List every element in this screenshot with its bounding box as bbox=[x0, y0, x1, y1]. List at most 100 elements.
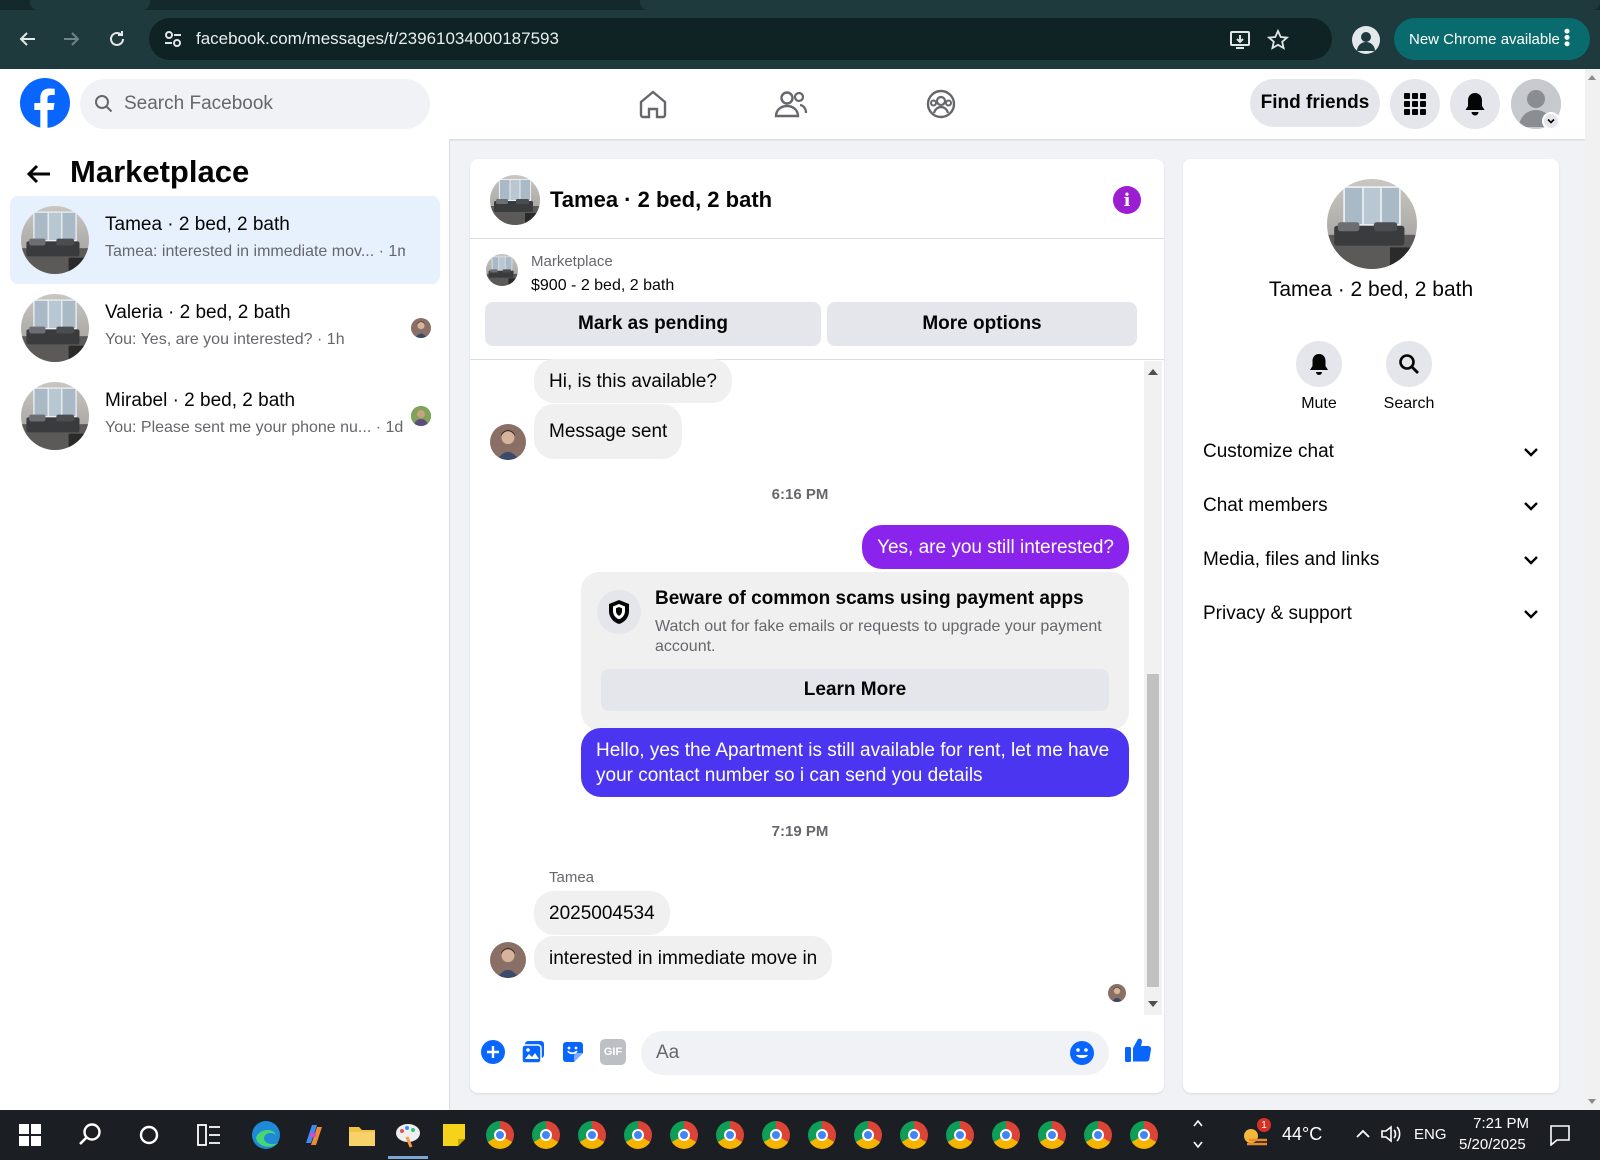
chrome-icon[interactable] bbox=[1036, 1119, 1068, 1151]
language-indicator[interactable]: ENG bbox=[1414, 1126, 1447, 1143]
more-options-button[interactable]: More options bbox=[827, 302, 1137, 346]
bell-icon[interactable] bbox=[1296, 341, 1342, 387]
cortana-icon[interactable] bbox=[133, 1119, 165, 1151]
chrome-icon[interactable] bbox=[990, 1119, 1022, 1151]
message-input-wrap[interactable] bbox=[641, 1031, 1109, 1075]
friends-icon[interactable] bbox=[768, 81, 814, 127]
home-icon[interactable] bbox=[630, 81, 676, 127]
forward-arrow-icon[interactable] bbox=[56, 24, 86, 54]
chevron-down-icon[interactable] bbox=[1542, 112, 1560, 130]
search-icon[interactable] bbox=[1386, 341, 1432, 387]
browser-tab[interactable] bbox=[30, 0, 150, 10]
paint-icon[interactable] bbox=[392, 1119, 424, 1151]
listing-thumbnail[interactable] bbox=[486, 254, 518, 286]
notification-center-icon[interactable] bbox=[1549, 1124, 1571, 1146]
reload-icon[interactable] bbox=[102, 24, 132, 54]
emoji-icon[interactable] bbox=[1069, 1040, 1095, 1066]
chrome-icon[interactable] bbox=[944, 1119, 976, 1151]
info-icon[interactable]: i bbox=[1113, 186, 1141, 214]
sticker-icon[interactable] bbox=[560, 1039, 586, 1065]
chat-avatar[interactable] bbox=[490, 175, 540, 225]
mute-button[interactable]: Mute bbox=[1279, 341, 1359, 413]
back-arrow-icon[interactable] bbox=[24, 159, 54, 189]
conversation-item[interactable]: Mirabel · 2 bed, 2 bath You: Please sent… bbox=[10, 372, 440, 460]
listing-price-title[interactable]: $900 - 2 bed, 2 bath bbox=[531, 277, 674, 295]
plus-icon[interactable] bbox=[480, 1039, 506, 1065]
profile-icon[interactable] bbox=[1352, 26, 1380, 54]
back-arrow-icon[interactable] bbox=[13, 24, 43, 54]
sender-avatar[interactable] bbox=[490, 424, 526, 460]
chevron-up-icon[interactable] bbox=[1355, 1129, 1371, 1139]
page-scrollbar[interactable] bbox=[1585, 69, 1600, 1110]
windows-start-icon[interactable] bbox=[14, 1119, 46, 1151]
url-text[interactable]: facebook.com/messages/t/2396103400018759… bbox=[196, 29, 559, 49]
chrome-icon[interactable] bbox=[484, 1119, 516, 1151]
copilot-icon[interactable] bbox=[298, 1119, 330, 1151]
chrome-icon[interactable] bbox=[760, 1119, 792, 1151]
message-bubble[interactable]: 2025004534 bbox=[534, 891, 670, 935]
gif-icon[interactable]: GIF bbox=[600, 1039, 626, 1065]
thumbs-up-icon[interactable] bbox=[1123, 1035, 1153, 1065]
chrome-icon[interactable] bbox=[852, 1119, 884, 1151]
message-bubble[interactable]: Hi, is this available? bbox=[534, 359, 732, 403]
message-bubble[interactable]: interested in immediate move in bbox=[534, 936, 833, 980]
thread-scrollbar[interactable] bbox=[1144, 361, 1162, 1015]
find-friends-button[interactable]: Find friends bbox=[1250, 79, 1380, 127]
details-avatar[interactable] bbox=[1327, 179, 1417, 269]
message-bubble[interactable]: Message sent bbox=[534, 404, 683, 459]
file-explorer-icon[interactable] bbox=[346, 1119, 378, 1151]
chrome-icon[interactable] bbox=[668, 1119, 700, 1151]
clock-date[interactable]: 5/20/2025 bbox=[1459, 1136, 1526, 1153]
privacy-support-section[interactable]: Privacy & support bbox=[1203, 594, 1539, 634]
sender-avatar[interactable] bbox=[490, 942, 526, 978]
sticky-notes-icon[interactable] bbox=[438, 1119, 470, 1151]
scroll-up-arrow-icon[interactable] bbox=[1148, 369, 1158, 375]
learn-more-button[interactable]: Learn More bbox=[601, 669, 1109, 711]
chrome-icon[interactable] bbox=[576, 1119, 608, 1151]
chrome-icon[interactable] bbox=[1128, 1119, 1160, 1151]
photo-icon[interactable] bbox=[520, 1039, 546, 1065]
facebook-search[interactable] bbox=[80, 79, 430, 129]
chrome-icon[interactable] bbox=[622, 1119, 654, 1151]
task-view-icon[interactable] bbox=[193, 1119, 225, 1151]
chrome-icon[interactable] bbox=[1082, 1119, 1114, 1151]
bookmark-star-icon[interactable] bbox=[1267, 29, 1289, 51]
install-app-icon[interactable] bbox=[1229, 29, 1251, 51]
conversation-item[interactable]: Tamea · 2 bed, 2 bath Tamea: interested … bbox=[10, 196, 440, 284]
browser-tab[interactable] bbox=[640, 0, 1600, 10]
conversation-item[interactable]: Valeria · 2 bed, 2 bath You: Yes, are yo… bbox=[10, 284, 440, 372]
site-settings-icon[interactable] bbox=[163, 29, 183, 49]
message-thread[interactable]: Hi, is this available? Message sent 6:16… bbox=[470, 359, 1164, 1015]
scroll-up-arrow-icon[interactable] bbox=[1588, 75, 1596, 80]
search-icon[interactable] bbox=[74, 1119, 106, 1151]
scroll-down-arrow-icon[interactable] bbox=[1148, 1001, 1158, 1007]
chrome-update-button[interactable]: New Chrome available ••• bbox=[1394, 18, 1590, 60]
weather-temperature[interactable]: 44°C bbox=[1282, 1124, 1322, 1145]
scrollbar-thumb[interactable] bbox=[1147, 674, 1159, 987]
menu-dots-icon[interactable]: ••• bbox=[1557, 28, 1577, 47]
mark-as-pending-button[interactable]: Mark as pending bbox=[485, 302, 821, 346]
edge-browser-icon[interactable] bbox=[250, 1119, 282, 1151]
message-input[interactable] bbox=[656, 1041, 1056, 1065]
chrome-icon[interactable] bbox=[530, 1119, 562, 1151]
customize-chat-section[interactable]: Customize chat bbox=[1203, 432, 1539, 472]
search-conversation-button[interactable]: Search bbox=[1369, 341, 1449, 413]
facebook-logo[interactable] bbox=[20, 78, 70, 128]
message-bubble[interactable]: Yes, are you still interested? bbox=[862, 525, 1129, 569]
chat-members-section[interactable]: Chat members bbox=[1203, 486, 1539, 526]
notifications-bell-icon[interactable] bbox=[1450, 79, 1500, 129]
groups-icon[interactable] bbox=[918, 81, 964, 127]
chat-title[interactable]: Tamea · 2 bed, 2 bath bbox=[550, 187, 772, 213]
chrome-icon[interactable] bbox=[806, 1119, 838, 1151]
media-files-links-section[interactable]: Media, files and links bbox=[1203, 540, 1539, 580]
clock-time[interactable]: 7:21 PM bbox=[1469, 1115, 1529, 1132]
chrome-icon[interactable] bbox=[714, 1119, 746, 1151]
message-bubble[interactable]: Hello, yes the Apartment is still availa… bbox=[581, 728, 1129, 797]
search-input[interactable] bbox=[124, 91, 414, 117]
scroll-down-arrow-icon[interactable] bbox=[1588, 1099, 1596, 1104]
address-bar[interactable]: facebook.com/messages/t/2396103400018759… bbox=[149, 18, 1332, 60]
chrome-icon[interactable] bbox=[898, 1119, 930, 1151]
speaker-icon[interactable] bbox=[1380, 1124, 1402, 1144]
menu-grid-icon[interactable] bbox=[1390, 79, 1440, 129]
taskbar-overflow-arrows-icon[interactable] bbox=[1190, 1114, 1206, 1154]
